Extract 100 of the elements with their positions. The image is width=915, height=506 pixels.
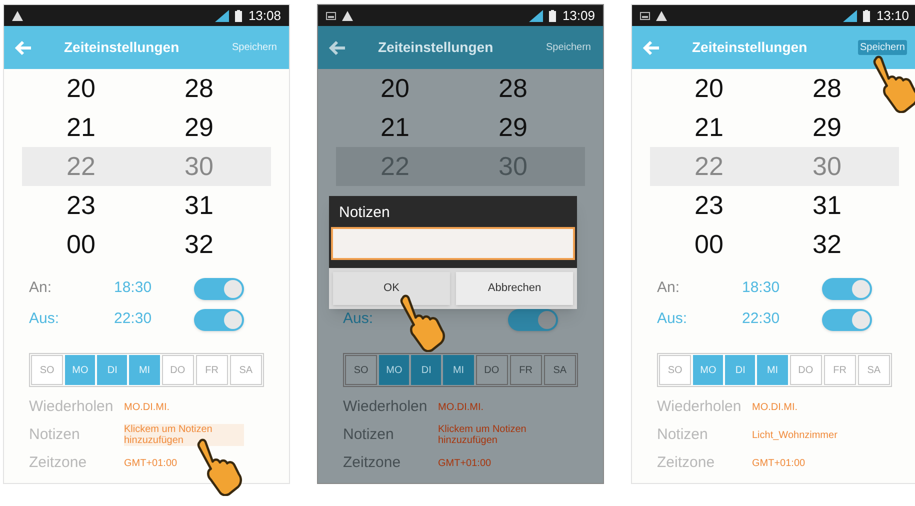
detail-value[interactable]: GMT+01:00 — [752, 458, 872, 468]
weekday-toggle[interactable]: MI — [757, 355, 788, 385]
hour-value[interactable]: 21 — [380, 108, 410, 147]
hour-value[interactable]: 20 — [694, 69, 724, 108]
pointing-hand-icon — [399, 294, 445, 352]
battery-icon — [549, 10, 556, 22]
weekday-toggle[interactable]: SA — [858, 355, 890, 385]
time-value: 22:30 — [114, 309, 153, 330]
minute-value[interactable]: 30 — [812, 146, 842, 186]
header-title: Zeiteinstellungen — [378, 38, 494, 57]
save-button[interactable]: Speichern — [858, 40, 907, 55]
weekday-toggle[interactable]: DO — [790, 355, 822, 385]
hour-value[interactable]: 20 — [380, 69, 410, 108]
weekday-toggle[interactable]: DI — [725, 355, 756, 385]
weekday-toggle[interactable]: SO — [659, 355, 692, 385]
weekday-toggle[interactable]: DI — [97, 355, 128, 385]
weekday-toggle[interactable]: MO — [379, 355, 410, 385]
minute-value[interactable]: 32 — [812, 224, 842, 263]
battery-icon — [863, 10, 870, 22]
hour-value[interactable]: 00 — [66, 224, 96, 263]
minute-value[interactable]: 30 — [184, 146, 214, 186]
minute-value[interactable]: 28 — [184, 69, 214, 108]
clock-time: 13:09 — [562, 6, 595, 25]
dialog-button[interactable]: Abbrechen — [456, 272, 573, 304]
save-button[interactable]: Speichern — [230, 40, 279, 55]
hour-value[interactable]: 23 — [694, 186, 724, 224]
minute-value[interactable]: 28 — [498, 69, 528, 108]
minute-value[interactable]: 28 — [812, 69, 842, 108]
row-label: Aus: — [657, 309, 688, 330]
hour-value[interactable]: 20 — [66, 69, 96, 108]
time-value: 22:30 — [742, 309, 781, 330]
hour-value[interactable]: 22 — [694, 146, 724, 186]
hour-value[interactable]: 23 — [66, 186, 96, 224]
toggle-switch[interactable] — [822, 308, 872, 330]
weekday-toggle[interactable]: MO — [65, 355, 96, 385]
minute-value[interactable]: 31 — [184, 186, 214, 224]
signal-icon — [529, 10, 544, 22]
battery-icon — [235, 10, 242, 22]
detail-value[interactable]: MO.DI.MI. — [752, 402, 872, 412]
hour-value[interactable]: 22 — [66, 146, 96, 186]
row-label: An: — [657, 278, 681, 298]
weekday-toggle[interactable]: FR — [510, 355, 542, 385]
warning-icon — [12, 10, 23, 20]
time-value: 18:30 — [742, 278, 781, 298]
weekday-toggle[interactable]: SO — [345, 355, 378, 385]
toggle-switch[interactable] — [194, 278, 244, 300]
detail-label: Wiederholen — [657, 396, 742, 417]
weekday-toggle[interactable]: SA — [230, 355, 262, 385]
toggle-switch[interactable] — [822, 278, 872, 300]
hour-value[interactable]: 00 — [694, 224, 724, 263]
row-label: Aus: — [343, 309, 374, 330]
back-arrow-icon[interactable] — [328, 40, 346, 56]
clock-time: 13:08 — [248, 6, 281, 25]
row-label: An: — [29, 278, 53, 298]
save-button[interactable]: Speichern — [544, 40, 593, 55]
detail-label: Zeitzone — [657, 452, 716, 473]
pointing-hand-icon — [196, 438, 242, 496]
weekday-toggle[interactable]: DO — [162, 355, 194, 385]
weekday-toggle[interactable]: MI — [443, 355, 474, 385]
detail-value[interactable]: Klickem um Notizen hinzuzufügen — [438, 424, 558, 446]
weekday-toggle[interactable]: MI — [129, 355, 160, 385]
detail-value[interactable]: MO.DI.MI. — [124, 402, 244, 412]
hour-value[interactable]: 21 — [66, 108, 96, 146]
weekday-toggle[interactable]: MO — [693, 355, 724, 385]
notes-input-field[interactable] — [331, 226, 575, 260]
warning-icon — [342, 10, 353, 20]
detail-label: Notizen — [29, 424, 81, 445]
minute-value[interactable]: 32 — [184, 224, 214, 263]
toggle-switch[interactable] — [194, 308, 244, 330]
weekday-toggle[interactable]: SO — [31, 355, 64, 385]
dialog-button[interactable]: OK — [333, 272, 450, 304]
detail-value[interactable]: GMT+01:00 — [124, 458, 244, 468]
toggle-switch[interactable] — [508, 308, 558, 330]
minute-value[interactable]: 31 — [812, 186, 842, 224]
weekday-toggle[interactable]: FR — [196, 355, 228, 385]
hour-value[interactable]: 21 — [694, 108, 724, 146]
weekday-toggle[interactable]: DI — [411, 355, 442, 385]
warning-icon — [656, 10, 667, 20]
detail-label: Zeitzone — [29, 452, 88, 473]
detail-label: Zeitzone — [343, 452, 402, 473]
weekday-toggle[interactable]: DO — [476, 355, 508, 385]
detail-value[interactable]: GMT+01:00 — [438, 458, 558, 468]
weekday-toggle[interactable]: FR — [824, 355, 856, 385]
detail-value[interactable]: Klickem um Notizen hinzuzufügen — [124, 424, 244, 446]
detail-label: Notizen — [657, 424, 709, 445]
pointing-hand-icon — [872, 55, 915, 113]
detail-value[interactable]: MO.DI.MI. — [438, 402, 558, 412]
dialog-title: Notizen — [338, 203, 391, 223]
clock-time: 13:10 — [876, 6, 909, 25]
header-title: Zeiteinstellungen — [692, 38, 808, 57]
detail-value[interactable]: Licht_Wohnzimmer — [752, 430, 872, 440]
time-value: 18:30 — [114, 278, 153, 298]
image-notification-icon — [326, 12, 336, 20]
minute-value[interactable]: 29 — [498, 108, 528, 147]
signal-icon — [215, 10, 230, 22]
detail-label: Wiederholen — [343, 396, 428, 417]
header-title: Zeiteinstellungen — [64, 38, 180, 57]
weekday-toggle[interactable]: SA — [544, 355, 576, 385]
minute-value[interactable]: 29 — [812, 108, 842, 146]
minute-value[interactable]: 29 — [184, 108, 214, 146]
